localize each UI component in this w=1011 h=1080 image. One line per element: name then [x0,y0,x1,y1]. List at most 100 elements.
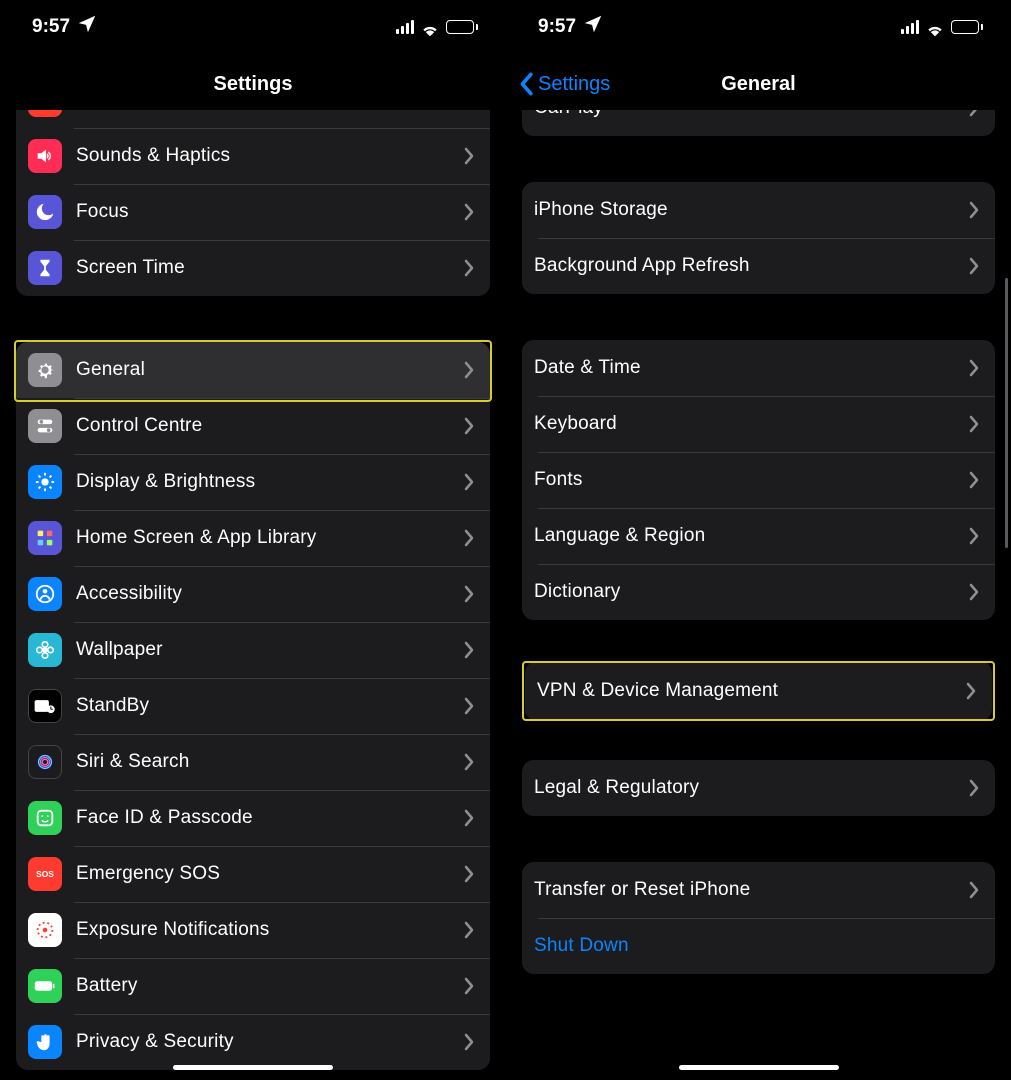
settings-item-label: StandBy [76,695,464,717]
home-indicator[interactable] [173,1065,333,1070]
phone-general: 9:57 ⚡︎ Settings General CarPlay iPh [506,0,1011,1080]
chevron-right-icon [464,641,474,659]
back-label: Settings [538,73,610,96]
highlight-general [14,340,492,402]
chevron-right-icon [464,753,474,771]
settings-item-label: Wallpaper [76,639,464,661]
general-item-bg-refresh[interactable]: Background App Refresh [522,238,995,294]
settings-item-label: Sounds & Haptics [76,145,464,167]
battery-icon: ⚡︎ [446,20,478,34]
settings-item-exposure[interactable]: Exposure Notifications [16,902,490,958]
settings-item-label: Focus [76,201,464,223]
flower-icon [28,633,62,667]
settings-item-faceid[interactable]: Face ID & Passcode [16,790,490,846]
home-indicator[interactable] [679,1065,839,1070]
general-item-dict[interactable]: Dictionary [522,564,995,620]
battery-icon: ⚡︎ [951,20,983,34]
page-title: General [721,73,795,96]
settings-item-focus[interactable]: Focus [16,184,490,240]
chevron-right-icon [969,110,979,117]
settings-group-notifications: Notifications Sounds & Haptics Focus Screen… [16,110,490,296]
general-item-legal[interactable]: Legal & Regulatory [522,760,995,816]
general-item-fonts[interactable]: Fonts [522,452,995,508]
general-group-reset: Transfer or Reset iPhone Shut Down [522,862,995,974]
settings-item-standby[interactable]: StandBy [16,678,490,734]
back-button[interactable]: Settings [518,54,610,114]
general-item-storage[interactable]: iPhone Storage [522,182,995,238]
chevron-right-icon [464,417,474,435]
chevron-right-icon [464,473,474,491]
general-item-label: Legal & Regulatory [534,777,969,799]
chevron-right-icon [464,529,474,547]
location-icon [76,13,98,41]
chevron-right-icon [464,697,474,715]
general-item-carplay[interactable]: CarPlay [522,110,995,136]
general-item-label: Keyboard [534,413,969,435]
general-item-label: iPhone Storage [534,199,969,221]
general-item-datetime[interactable]: Date & Time [522,340,995,396]
general-item-vpn[interactable]: VPN & Device Management [525,663,992,719]
settings-item-sos[interactable]: SOS Emergency SOS [16,846,490,902]
speaker-icon [28,139,62,173]
chevron-right-icon [969,881,979,899]
general-item-shutdown[interactable]: Shut Down [522,918,995,974]
settings-item-accessibility[interactable]: Accessibility [16,566,490,622]
settings-item-control-centre[interactable]: Control Centre [16,398,490,454]
settings-item-wallpaper[interactable]: Wallpaper [16,622,490,678]
settings-item-label: Exposure Notifications [76,919,464,941]
chevron-right-icon [969,583,979,601]
general-item-label: Background App Refresh [534,255,969,277]
settings-item-label: Notifications [76,110,464,111]
status-bar: 9:57 ⚡︎ [0,0,506,54]
face-icon [28,801,62,835]
person-icon [28,577,62,611]
chevron-right-icon [464,809,474,827]
scroll-indicator[interactable] [1005,278,1008,548]
bell-icon [28,110,62,117]
general-item-keyboard[interactable]: Keyboard [522,396,995,452]
chevron-right-icon [464,1033,474,1051]
general-item-label: VPN & Device Management [537,680,966,702]
chevron-right-icon [464,865,474,883]
switches-icon [28,409,62,443]
general-item-label: Dictionary [534,581,969,603]
moon-icon [28,195,62,229]
settings-item-notifications[interactable]: Notifications [16,110,490,128]
settings-item-home-screen[interactable]: Home Screen & App Library [16,510,490,566]
settings-item-screentime[interactable]: Screen Time [16,240,490,296]
general-group-storage: iPhone Storage Background App Refresh [522,182,995,294]
settings-item-label: Siri & Search [76,751,464,773]
wifi-icon [420,20,440,34]
settings-item-battery[interactable]: Battery [16,958,490,1014]
settings-item-label: Privacy & Security [76,1031,464,1053]
general-item-label: Transfer or Reset iPhone [534,879,969,901]
general-item-lang[interactable]: Language & Region [522,508,995,564]
settings-item-display[interactable]: Display & Brightness [16,454,490,510]
chevron-right-icon [969,201,979,219]
general-item-label: Shut Down [534,935,979,957]
settings-item-label: Accessibility [76,583,464,605]
chevron-right-icon [969,257,979,275]
chevron-right-icon [969,471,979,489]
settings-item-privacy[interactable]: Privacy & Security [16,1014,490,1070]
settings-item-siri[interactable]: Siri & Search [16,734,490,790]
settings-item-label: Emergency SOS [76,863,464,885]
chevron-right-icon [464,147,474,165]
exposure-icon [28,913,62,947]
clock: 9:57 [538,16,576,38]
settings-item-label: Display & Brightness [76,471,464,493]
general-item-transfer[interactable]: Transfer or Reset iPhone [522,862,995,918]
status-bar: 9:57 ⚡︎ [506,0,1011,54]
settings-item-label: Control Centre [76,415,464,437]
general-scroll[interactable]: CarPlay iPhone Storage Background App Ref… [506,110,1011,1080]
clock: 9:57 [32,16,70,38]
page-title: Settings [214,73,293,96]
general-group-datetime: Date & Time Keyboard FontsLanguage & Regio… [522,340,995,620]
settings-item-sounds[interactable]: Sounds & Haptics [16,128,490,184]
settings-scroll[interactable]: Notifications Sounds & Haptics Focus Screen… [0,110,506,1080]
general-group-legal: Legal & Regulatory [522,760,995,816]
chevron-right-icon [969,359,979,377]
hand-icon [28,1025,62,1059]
svg-text:SOS: SOS [36,869,54,879]
siri-icon [28,745,62,779]
